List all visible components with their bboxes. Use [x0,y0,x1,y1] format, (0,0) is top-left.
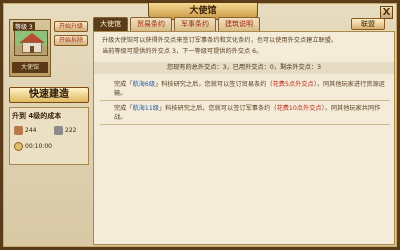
cost-time-value: 00:10:00 [25,143,52,150]
tab-building-info[interactable]: 建筑说明 [218,17,260,31]
req1-mid: 」科技研究之后，您就可以签订贸易条约（ [155,81,273,88]
upgrade-button[interactable]: 开始升级 [54,21,88,32]
tab-content: 升级大使馆可以获得外交点来签订军事条约和文化条约，也可以使用外交点建立联盟。 当… [93,31,395,245]
intro-line-2: 当前等级可提供的外交点 3，下一等级可提供的外交点 6。 [102,48,263,55]
embassy-window: 大使馆 X 等级 3 大使馆 开始升级 开始拆除 快速建造 升到 4级的成本 2… [0,0,400,250]
speed-build-button[interactable]: 快速建造 [9,87,89,103]
building-panel: 等级 3 大使馆 开始升级 开始拆除 快速建造 升到 4级的成本 244 222 [9,17,89,245]
tab-trade-treaty[interactable]: 贸易条约 [130,17,172,31]
embassy-building-icon [14,30,48,56]
req1-pre: 完成「 [114,81,133,88]
cost-title: 升到 4级的成本 [12,112,62,120]
req1-cost: 花费5点外交点 [272,81,314,88]
cost-resource-a-value: 244 [25,127,37,134]
cost-resource-b: 222 [54,126,76,135]
cost-resource-b-value: 222 [65,127,77,134]
cost-resource-a: 244 [14,126,36,135]
req2-cost: 花费10点外交点 [276,105,322,112]
divider [100,124,390,125]
tab-military-treaty[interactable]: 军事条约 [174,17,216,31]
military-treaty-requirement: 完成「航海11级」科技研究之后，您就可以签订军事条约（花费10点外交点），同其他… [114,104,386,122]
divider [100,100,390,101]
req2-mid: 」科技研究之后，您就可以签订军事条约（ [159,105,277,112]
req1-tech: 航海6级 [132,81,156,88]
demolish-button[interactable]: 开始拆除 [54,35,88,46]
stone-icon [54,126,63,135]
cost-time: 00:10:00 [14,142,52,151]
req2-pre: 完成「 [114,105,133,112]
req2-tech: 航海11级 [132,105,159,112]
hourglass-icon [14,142,23,151]
building-name: 大使馆 [12,62,48,73]
upgrade-cost-box: 升到 4级的成本 244 222 00:10:00 [9,107,89,165]
intro-line-1: 升级大使馆可以获得外交点来签订军事条约和文化条约，也可以使用外交点建立联盟。 [102,37,338,44]
tab-embassy[interactable]: 大使馆 [93,17,128,31]
alliance-button[interactable]: 联盟 [351,18,385,30]
building-card: 等级 3 大使馆 [9,19,51,77]
tab-bar: 大使馆 贸易条约 军事条约 建筑说明 [93,17,260,31]
wood-icon [14,126,23,135]
diplomacy-summary: 您现有的总外交点：3，已用外交点：0，剩余外交点：3 [94,62,394,74]
trade-treaty-requirement: 完成「航海6级」科技研究之后，您就可以签订贸易条约（花费5点外交点），同其他玩家… [114,80,386,98]
